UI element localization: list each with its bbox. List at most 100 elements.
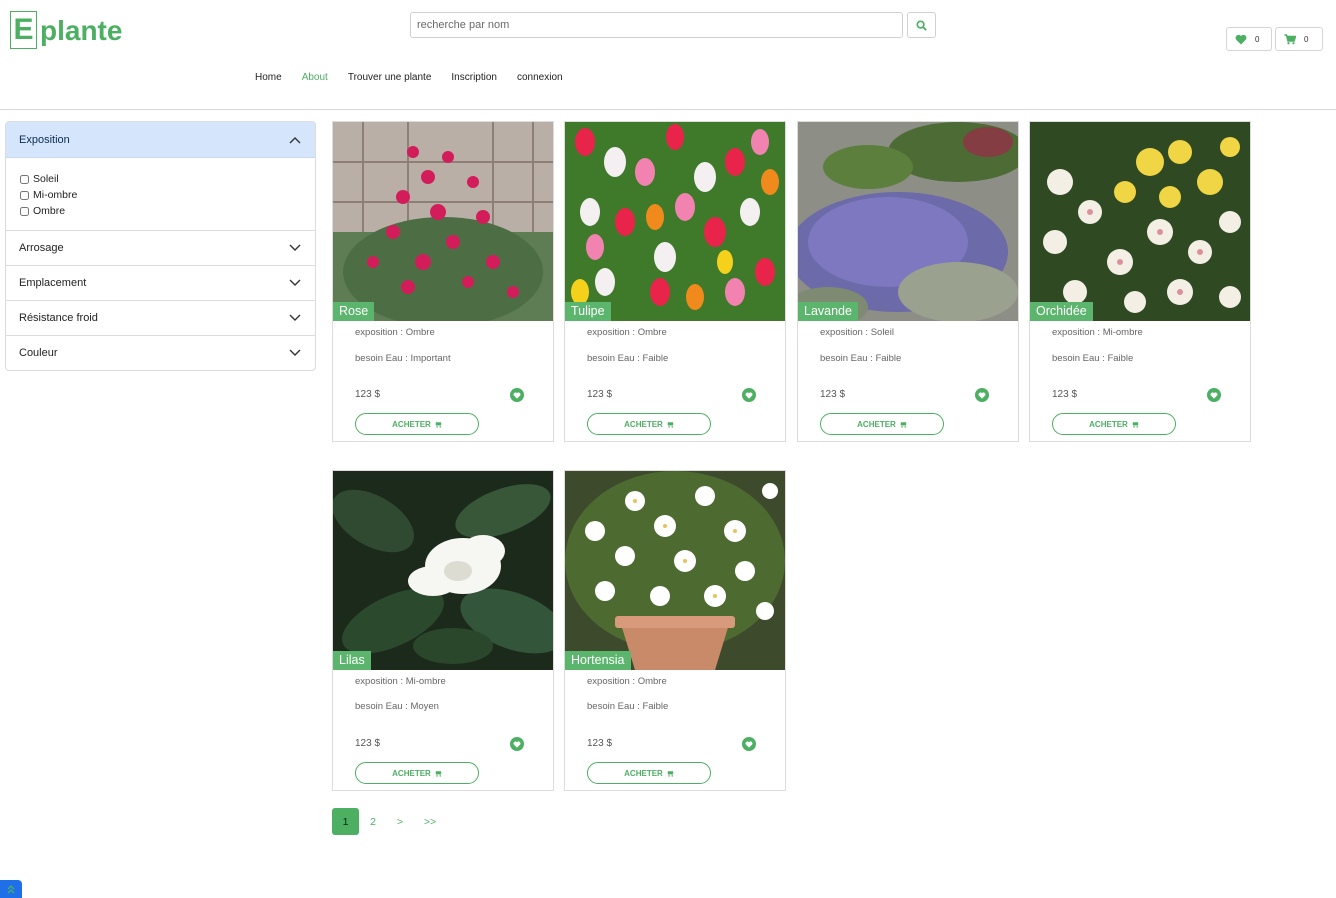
- checkbox-ombre[interactable]: [20, 206, 29, 216]
- product-card-rose[interactable]: Rose exposition : Ombre besoin Eau : Imp…: [332, 121, 554, 442]
- product-card-hortensia[interactable]: Hortensia exposition : Ombre besoin Eau …: [564, 470, 786, 791]
- favorite-button[interactable]: [742, 737, 756, 751]
- cart-icon: [1132, 421, 1139, 428]
- option-label: Soleil: [33, 173, 59, 185]
- heart-icon: [1235, 34, 1247, 44]
- favorite-button[interactable]: [742, 388, 756, 402]
- filter-resistance-header[interactable]: Résistance froid: [6, 300, 315, 335]
- product-image-tulipe[interactable]: Tulipe: [565, 122, 785, 321]
- favorite-button[interactable]: [510, 388, 524, 402]
- chevron-up-icon: [289, 136, 301, 143]
- buy-label: ACHETER: [624, 768, 663, 778]
- page-2[interactable]: 2: [359, 808, 387, 835]
- logo[interactable]: E plante: [10, 9, 122, 49]
- buy-button[interactable]: ACHETER: [587, 762, 711, 784]
- product-water: besoin Eau : Moyen: [355, 701, 439, 712]
- product-name: Rose: [333, 302, 375, 321]
- option-label: Ombre: [33, 205, 66, 217]
- checkbox-soleil[interactable]: [20, 174, 29, 184]
- product-image-lavande[interactable]: Lavande: [798, 122, 1018, 321]
- nav-about[interactable]: About: [302, 72, 328, 83]
- filter-emplacement-header[interactable]: Emplacement: [6, 265, 315, 300]
- buy-label: ACHETER: [392, 419, 431, 429]
- heart-icon: [1210, 392, 1218, 399]
- page-1[interactable]: 1: [332, 808, 359, 835]
- filter-arrosage-header[interactable]: Arrosage: [6, 230, 315, 265]
- scroll-top-button[interactable]: [0, 880, 22, 898]
- search-button[interactable]: [907, 12, 936, 38]
- search-bar: [410, 12, 936, 38]
- buy-button[interactable]: ACHETER: [1052, 413, 1176, 435]
- page-last[interactable]: >>: [413, 808, 447, 835]
- product-card-lilas[interactable]: Lilas exposition : Mi-ombre besoin Eau :…: [332, 470, 554, 791]
- product-name: Orchidée: [1030, 302, 1093, 321]
- filter-option-soleil[interactable]: Soleil: [19, 171, 302, 187]
- favorite-button[interactable]: [510, 737, 524, 751]
- product-image-lilas[interactable]: Lilas: [333, 471, 553, 670]
- filter-option-mi-ombre[interactable]: Mi-ombre: [19, 187, 302, 203]
- cart-icon: [667, 770, 674, 777]
- nav-register[interactable]: Inscription: [451, 72, 497, 83]
- product-price: 123 $: [820, 389, 846, 400]
- cart-icon: [435, 421, 442, 428]
- filter-arrosage-title: Arrosage: [19, 242, 64, 254]
- product-card-tulipe[interactable]: Tulipe exposition : Ombre besoin Eau : F…: [564, 121, 786, 442]
- product-name: Hortensia: [565, 651, 631, 670]
- filter-exposition-title: Exposition: [19, 133, 70, 146]
- filter-sidebar: Exposition Soleil Mi-ombre Ombre Arrosag…: [5, 121, 316, 371]
- buy-label: ACHETER: [624, 419, 663, 429]
- heart-icon: [513, 741, 521, 748]
- search-input[interactable]: [410, 12, 903, 38]
- favorite-button[interactable]: [1207, 388, 1221, 402]
- product-image-rose[interactable]: Rose: [333, 122, 553, 321]
- checkbox-mi-ombre[interactable]: [20, 190, 29, 200]
- filter-exposition-body: Soleil Mi-ombre Ombre: [6, 157, 315, 230]
- product-card-orchidee[interactable]: Orchidée exposition : Mi-ombre besoin Ea…: [1029, 121, 1251, 442]
- cart-icon: [900, 421, 907, 428]
- buy-button[interactable]: ACHETER: [355, 762, 479, 784]
- product-exposition: exposition : Mi-ombre: [355, 676, 446, 687]
- buy-button[interactable]: ACHETER: [820, 413, 944, 435]
- wishlist-count: 0: [1255, 34, 1260, 44]
- favorite-button[interactable]: [975, 388, 989, 402]
- product-exposition: exposition : Ombre: [587, 676, 667, 687]
- chevron-down-icon: [289, 279, 301, 286]
- cart-icon: [1284, 33, 1296, 44]
- nav-login[interactable]: connexion: [517, 72, 563, 83]
- product-card-lavande[interactable]: Lavande exposition : Soleil besoin Eau :…: [797, 121, 1019, 442]
- product-water: besoin Eau : Faible: [1052, 353, 1134, 364]
- product-name: Lavande: [798, 302, 858, 321]
- buy-label: ACHETER: [392, 768, 431, 778]
- pagination: 1 2 > >>: [332, 808, 447, 835]
- product-price: 123 $: [355, 738, 381, 749]
- product-price: 123 $: [355, 389, 381, 400]
- logo-letter: E: [10, 11, 37, 49]
- nav-home[interactable]: Home: [255, 72, 282, 83]
- buy-label: ACHETER: [1089, 419, 1128, 429]
- buy-button[interactable]: ACHETER: [355, 413, 479, 435]
- product-image-orchidee[interactable]: Orchidée: [1030, 122, 1250, 321]
- filter-couleur-title: Couleur: [19, 347, 58, 359]
- filter-exposition-header[interactable]: Exposition: [6, 122, 315, 157]
- nav-find-plant[interactable]: Trouver une plante: [348, 72, 432, 83]
- page-next[interactable]: >: [387, 808, 413, 835]
- logo-text: plante: [40, 15, 123, 46]
- cart-count: 0: [1304, 34, 1309, 44]
- filter-couleur-header[interactable]: Couleur: [6, 335, 315, 370]
- wishlist-button[interactable]: 0: [1226, 27, 1272, 51]
- filter-option-ombre[interactable]: Ombre: [19, 203, 302, 219]
- option-label: Mi-ombre: [33, 189, 78, 201]
- heart-icon: [745, 741, 753, 748]
- product-price: 123 $: [587, 389, 613, 400]
- product-name: Lilas: [333, 651, 371, 670]
- product-image-hortensia[interactable]: Hortensia: [565, 471, 785, 670]
- main-nav: Home About Trouver une plante Inscriptio…: [255, 72, 583, 83]
- buy-button[interactable]: ACHETER: [587, 413, 711, 435]
- cart-button[interactable]: 0: [1275, 27, 1323, 51]
- product-water: besoin Eau : Faible: [587, 353, 669, 364]
- product-water: besoin Eau : Faible: [587, 701, 669, 712]
- heart-icon: [513, 392, 521, 399]
- buy-label: ACHETER: [857, 419, 896, 429]
- product-exposition: exposition : Ombre: [587, 327, 667, 338]
- product-price: 123 $: [587, 738, 613, 749]
